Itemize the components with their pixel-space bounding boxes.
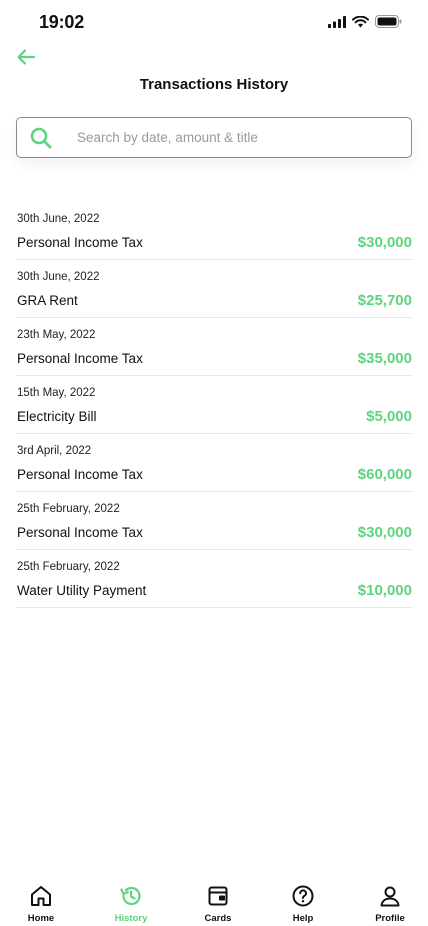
transaction-row[interactable]: 25th February, 2022 Personal Income Tax … [16,492,412,550]
search-box[interactable] [16,117,412,158]
transaction-title: Water Utility Payment [17,583,147,598]
transaction-amount: $25,700 [357,292,412,309]
transaction-title: GRA Rent [17,293,78,308]
tab-cards[interactable]: Cards [183,884,253,924]
tab-history[interactable]: History [96,884,166,924]
wifi-icon [352,15,369,27]
transaction-row[interactable]: 23th May, 2022 Personal Income Tax $35,0… [16,318,412,376]
transaction-title: Personal Income Tax [17,235,143,250]
search-input[interactable] [77,118,402,157]
cellular-signal-icon [328,15,346,28]
transaction-row[interactable]: 30th June, 2022 Personal Income Tax $30,… [16,202,412,260]
transaction-date: 30th June, 2022 [17,213,100,225]
transaction-row[interactable]: 25th February, 2022 Water Utility Paymen… [16,550,412,608]
back-button[interactable] [14,45,38,69]
transaction-amount: $5,000 [366,408,412,425]
search-icon [30,127,52,149]
transaction-date: 3rd April, 2022 [17,445,92,457]
status-time: 19:02 [39,12,85,32]
help-icon [291,884,315,908]
tab-label-help: Help [292,913,314,924]
transaction-date: 30th June, 2022 [17,271,100,283]
bottom-tab-bar: Home History Cards Help Profile [0,878,428,926]
tab-home[interactable]: Home [6,884,76,924]
home-icon [29,884,53,908]
transaction-date: 15th May, 2022 [17,387,96,399]
transaction-row[interactable]: 3rd April, 2022 Personal Income Tax $60,… [16,434,412,492]
profile-icon [378,884,402,908]
transaction-date: 25th February, 2022 [17,561,120,573]
tab-label-home: Home [27,913,55,924]
tab-label-profile: Profile [375,913,405,924]
wallet-icon [206,884,230,908]
status-bar: 19:02 [0,0,428,48]
tab-help[interactable]: Help [268,884,338,924]
status-icons [328,15,402,28]
transaction-amount: $35,000 [357,350,412,367]
battery-icon [375,15,402,28]
arrow-left-icon [17,49,36,65]
history-icon [119,884,143,908]
tab-label-cards: Cards [204,913,232,924]
transactions-list: 30th June, 2022 Personal Income Tax $30,… [16,202,412,608]
tab-label-history: History [114,913,148,924]
transaction-title: Electricity Bill [17,409,97,424]
transaction-amount: $60,000 [357,466,412,483]
tab-profile[interactable]: Profile [355,884,425,924]
transaction-title: Personal Income Tax [17,467,143,482]
transaction-title: Personal Income Tax [17,351,143,366]
transaction-row[interactable]: 15th May, 2022 Electricity Bill $5,000 [16,376,412,434]
transaction-amount: $10,000 [357,582,412,599]
transaction-amount: $30,000 [357,524,412,541]
transaction-date: 25th February, 2022 [17,503,120,515]
transaction-row[interactable]: 30th June, 2022 GRA Rent $25,700 [16,260,412,318]
transaction-title: Personal Income Tax [17,525,143,540]
page-title: Transactions History [139,76,289,93]
transaction-amount: $30,000 [357,234,412,251]
transaction-date: 23th May, 2022 [17,329,96,341]
